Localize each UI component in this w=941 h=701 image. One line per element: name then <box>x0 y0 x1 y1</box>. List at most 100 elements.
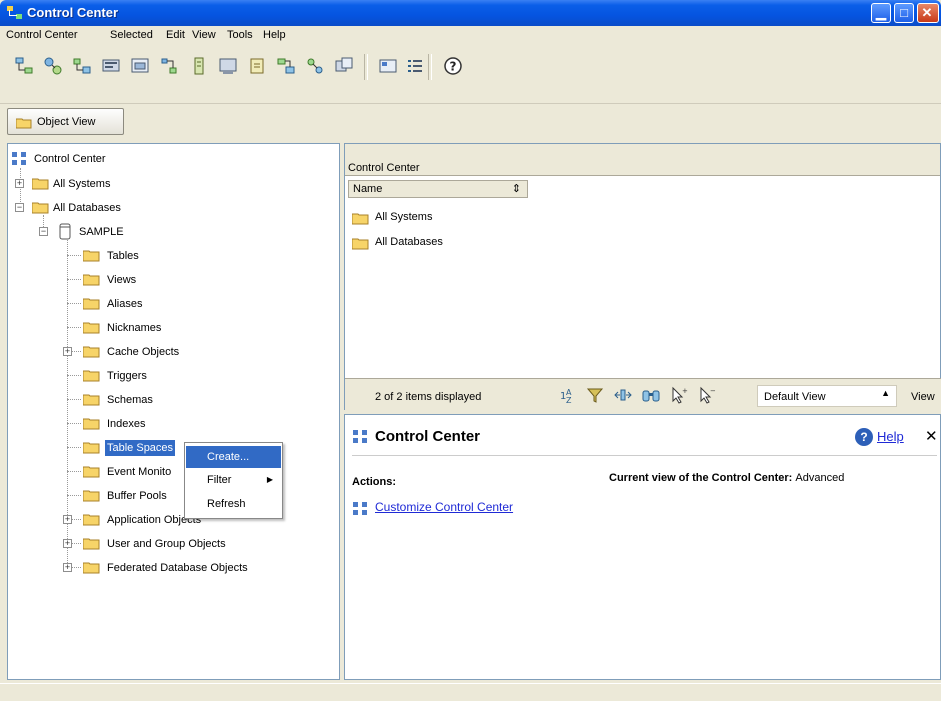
list-item[interactable]: All Databases <box>352 235 552 253</box>
sort-button[interactable]: 1AZ <box>557 385 577 405</box>
tree-node-views[interactable]: Views <box>83 271 283 289</box>
tree-node-aliases[interactable]: Aliases <box>83 295 283 313</box>
current-view-label: Current view of the Control Center: Adva… <box>609 472 844 484</box>
view-label[interactable]: View <box>911 391 935 403</box>
tb-health-center-button[interactable] <box>159 56 179 76</box>
minimize-button[interactable]: ▁ <box>871 3 891 23</box>
details-pane: Control Center ? Help ✕ Actions: Current… <box>344 414 941 680</box>
tree-icon <box>15 57 33 74</box>
context-menu-refresh[interactable]: Refresh <box>186 493 281 515</box>
maximize-icon: □ <box>900 5 908 20</box>
object-view-label: Object View <box>37 116 96 128</box>
menu-edit[interactable]: Edit <box>166 29 185 41</box>
maximize-button[interactable]: □ <box>894 3 914 23</box>
expand-icon[interactable]: + <box>63 563 72 572</box>
customize-control-center-link[interactable]: Customize Control Center <box>375 500 513 514</box>
help-icon: ? <box>444 57 462 75</box>
filter-icon <box>586 388 604 403</box>
tree-node-all-systems[interactable]: + All Systems <box>15 175 215 193</box>
tree-node-event-monitors[interactable]: Event Monito <box>83 463 193 481</box>
customize-columns-button[interactable] <box>613 385 633 405</box>
tree-node-tables[interactable]: Tables <box>83 247 283 265</box>
tb-replication-button[interactable] <box>43 56 63 76</box>
tree-node-triggers[interactable]: Triggers <box>83 367 283 385</box>
filter-button[interactable] <box>585 385 605 405</box>
tree-connector <box>67 327 81 328</box>
expand-icon[interactable]: + <box>15 179 24 188</box>
tree-node-indexes[interactable]: Indexes <box>83 415 283 433</box>
caret-up-icon: ▲ <box>881 388 890 398</box>
collapse-icon[interactable]: − <box>39 227 48 236</box>
deselect-all-button[interactable]: − <box>697 385 717 405</box>
tb-information-catalog-button[interactable] <box>305 56 325 76</box>
tree-node-all-databases[interactable]: − All Databases <box>15 199 215 217</box>
tree-node-schemas[interactable]: Schemas <box>83 391 283 409</box>
tree-connector <box>67 495 81 496</box>
menu-tools[interactable]: Tools <box>227 29 253 41</box>
list-icon <box>408 60 422 72</box>
details-title: Control Center <box>375 428 480 445</box>
deselect-all-icon: − <box>700 386 716 404</box>
tree-label: All Systems <box>53 178 111 190</box>
tb-object-tree-button[interactable] <box>14 56 34 76</box>
expand-icon[interactable]: + <box>63 539 72 548</box>
tb-license-center-button[interactable] <box>218 56 238 76</box>
column-header-name[interactable]: Name ⇕ <box>348 180 528 198</box>
tree-connector <box>67 303 81 304</box>
close-icon: ✕ <box>921 5 933 20</box>
help-icon[interactable]: ? <box>855 428 873 446</box>
context-menu-filter[interactable]: Filter ▶ <box>186 469 281 491</box>
status-bar <box>0 683 941 701</box>
sort-icon: ⇕ <box>511 183 521 195</box>
find-button[interactable] <box>641 385 661 405</box>
folder-icon <box>83 442 100 454</box>
list-item-label: All Systems <box>375 211 433 223</box>
menu-selected[interactable]: Selected <box>110 29 153 41</box>
development-center-icon <box>250 58 264 74</box>
tb-journal-button[interactable] <box>189 56 209 76</box>
list-item[interactable]: All Systems <box>352 210 552 228</box>
tree-node-cache-objects[interactable]: + Cache Objects <box>63 343 283 361</box>
help-link[interactable]: Help <box>877 429 904 444</box>
folder-icon <box>16 118 32 129</box>
control-center-icon <box>12 152 26 165</box>
select-all-button[interactable]: + <box>669 385 689 405</box>
tb-help-button[interactable]: ? <box>443 56 463 76</box>
tb-contents-button[interactable] <box>378 56 398 76</box>
title-bar: Control Center ▁ □ ✕ <box>0 0 941 26</box>
expand-icon[interactable]: + <box>63 515 72 524</box>
menu-control-center[interactable]: Control Center <box>6 29 78 41</box>
context-menu-create[interactable]: Create... <box>186 446 281 468</box>
tree-label: All Databases <box>53 202 121 214</box>
close-details-icon[interactable]: ✕ <box>925 427 938 445</box>
database-icon <box>59 223 71 240</box>
tree-node-sample[interactable]: − SAMPLE <box>39 223 239 241</box>
tree-node-control-center[interactable]: Control Center <box>11 150 211 168</box>
view-select[interactable]: Default View ▲ <box>757 385 897 407</box>
current-view-caption: Current view of the Control Center: <box>609 472 793 484</box>
tree-node-federated-objects[interactable]: + Federated Database Objects <box>63 559 333 577</box>
tb-replication-center-button[interactable] <box>276 56 296 76</box>
control-center-app-icon <box>7 6 22 19</box>
object-view-tab[interactable]: Object View <box>7 108 124 135</box>
columns-icon <box>614 389 632 401</box>
minimize-icon: ▁ <box>876 5 886 20</box>
folder-icon <box>83 274 100 286</box>
tb-task-center-button[interactable] <box>130 56 150 76</box>
collapse-icon[interactable]: − <box>15 203 24 212</box>
tb-satellite-button[interactable] <box>72 56 92 76</box>
tb-web-tools-button[interactable] <box>334 56 354 76</box>
tb-details-view-button[interactable] <box>405 56 425 76</box>
current-view-value: Advanced <box>795 472 845 484</box>
menu-help[interactable]: Help <box>263 29 286 41</box>
close-button[interactable]: ✕ <box>917 3 939 23</box>
folder-icon <box>83 322 100 334</box>
tb-development-center-button[interactable] <box>247 56 267 76</box>
expand-icon[interactable]: + <box>63 347 72 356</box>
tree-node-buffer-pools[interactable]: Buffer Pools <box>83 487 193 505</box>
tree-label: Control Center <box>34 153 106 165</box>
menu-view[interactable]: View <box>192 29 216 41</box>
tree-node-user-group-objects[interactable]: + User and Group Objects <box>63 535 303 553</box>
tb-command-editor-button[interactable] <box>101 56 121 76</box>
tree-node-nicknames[interactable]: Nicknames <box>83 319 283 337</box>
